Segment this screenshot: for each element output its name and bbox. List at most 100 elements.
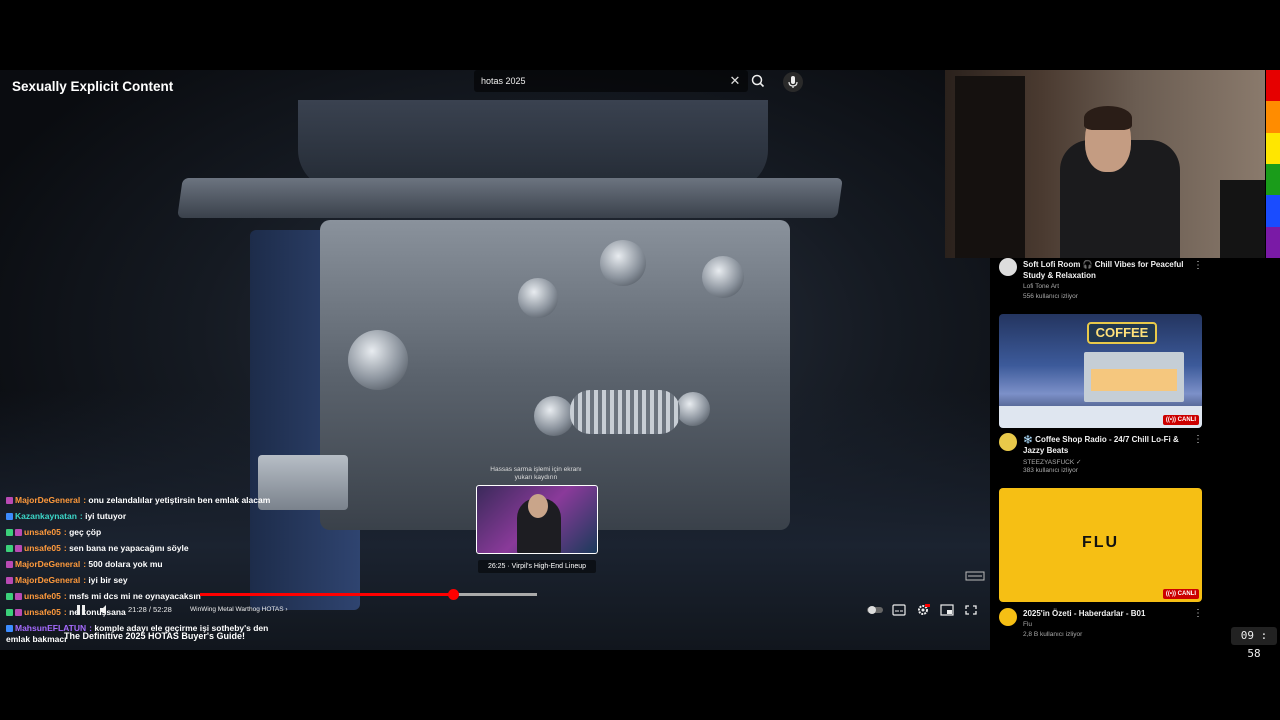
video-device-bolt [600,240,646,286]
video-device-spring [570,390,680,434]
progress-played [200,593,454,596]
color-bar-segment [1266,163,1280,196]
subtitles-button[interactable] [892,603,906,616]
autoplay-toggle-icon [867,606,883,614]
live-dot-icon: ((•)) [1165,591,1178,597]
live-badge: ((•)) CANLI [1162,589,1199,599]
miniplayer-button[interactable] [940,603,954,616]
chat-text: msfs mi dcs mi ne oynayacaksın [69,591,201,601]
chat-text: 500 dolara yok mu [88,559,163,569]
chat-text: sen bana ne yapacağını söyle [69,543,189,553]
chat-message: MajorDeGeneral: onu zelandalılar yetişti… [6,492,276,508]
video-device-bolt [348,330,408,390]
settings-icon [918,604,930,615]
clock: 09 : 58 [1231,627,1277,660]
channel-avatar[interactable] [999,433,1017,451]
chat-message: Kazankaynatan: iyi tutuyor [6,508,276,524]
chat-username[interactable]: unsafe05 [24,527,61,537]
chat-badge-icon [15,529,22,536]
more-options-icon[interactable]: ⋮ [1193,434,1203,446]
video-device-plate [177,178,843,218]
thumbnail-shop-window [1091,369,1177,391]
chat-text: iyi bir sey [88,575,128,585]
chat-text: geç çöp [69,527,102,537]
recommendation-title[interactable]: ❄️ Coffee Shop Radio - 24/7 Chill Lo-Fi … [1023,434,1188,456]
video-title: The Definitive 2025 HOTAS Buyer's Guide! [64,631,246,641]
quality-badge [965,569,985,581]
color-bar-segment [1266,132,1280,164]
seek-preview-label: 26:25 · Virpil's High-End Lineup [478,560,596,573]
chat-badge-icon [6,609,13,616]
recommendation-title[interactable]: Soft Lofi Room 🎧 Chill Vibes for Peacefu… [1023,259,1188,281]
chat-message: unsafe05: geç çöp [6,524,276,540]
color-bar-segment [1266,226,1280,258]
seek-hint: Hassas sarma işlemi için ekranı yukarı k… [490,466,582,481]
more-options-icon[interactable]: ⋮ [1193,260,1203,272]
channel-avatar[interactable] [999,258,1017,276]
volume-icon [100,605,106,615]
time-display: 21:28 / 52:28 [128,605,172,614]
settings-button[interactable] [916,603,930,615]
search-query[interactable]: hotas 2025 [481,76,526,86]
live-badge-label: CANLI [1177,417,1196,423]
chat-badge-icon [6,577,13,584]
recommendation-viewers: 383 kullanıcı izliyor [1023,467,1078,474]
pause-button[interactable] [74,603,88,615]
chat-username[interactable]: unsafe05 [24,591,61,601]
chat-badge-icon [15,545,22,552]
recommendation-channel[interactable]: Lofi Tone Art [1023,283,1059,290]
fullscreen-button[interactable] [964,603,978,615]
chapter-chevron-icon: › [285,606,288,613]
microphone-icon [788,76,798,88]
recommendation-thumbnail[interactable]: FLU ((•)) CANLI [999,488,1202,602]
screen: Sexually Explicit Content hotas 2025 ✕ M… [0,0,1280,720]
recommendation-thumbnail[interactable]: COFFEE ((•)) CANLI [999,314,1202,428]
search-icon [751,74,765,88]
webcam-overlay [945,70,1265,258]
hd-icon [965,571,985,581]
chat-badge-icon [15,609,22,616]
voice-search-button[interactable] [783,72,803,92]
webcam-doorway [955,76,1025,258]
recommendation-channel[interactable]: Flu [1023,621,1032,628]
preview-face [528,494,548,518]
chat-text: iyi tutuyor [85,511,127,521]
chat-badge-icon [6,561,13,568]
chat-message: MajorDeGeneral: iyi bir sey [6,572,276,588]
chat-username[interactable]: Kazankaynatan [15,511,77,521]
chat-username[interactable]: MajorDeGeneral [15,575,80,585]
chat-badge-icon [6,497,13,504]
recommendation-viewers: 2,8 B kullanıcı izliyor [1023,631,1083,638]
miniplayer-icon [940,604,954,616]
seek-preview-thumbnail [476,485,598,554]
chat-username[interactable]: unsafe05 [24,543,61,553]
recommendation-viewers: 556 kullanıcı izliyor [1023,293,1078,300]
progress-bar[interactable] [200,589,620,600]
recommendation-title[interactable]: 2025'in Özeti - Haberdarlar - B01 [1023,608,1188,619]
chat-username[interactable]: unsafe05 [24,607,61,617]
video-device-bolt [702,256,744,298]
channel-avatar[interactable] [999,608,1017,626]
webcam-shelf [1220,180,1265,258]
chat-username[interactable]: MajorDeGeneral [15,495,80,505]
live-badge: ((•)) CANLI [1162,415,1199,425]
chat-username[interactable]: MajorDeGeneral [15,559,80,569]
chat-message: unsafe05: sen bana ne yapacağını söyle [6,540,276,556]
chat-badge-icon [6,529,13,536]
volume-button[interactable] [98,603,112,615]
chat-message: unsafe05: msfs mi dcs mi ne oynayacaksın [6,588,276,604]
chapter-button[interactable]: WinWing Metal Warthog HOTAS › [185,603,293,616]
content-warning-title: Sexually Explicit Content [12,79,174,94]
chat-badge-icon [6,513,13,520]
search-clear-icon[interactable]: ✕ [728,72,742,90]
chat-badge-icon [6,545,13,552]
thumbnail-flu-logo: FLU [1081,534,1120,551]
search-button[interactable] [744,70,772,92]
video-device-bolt [534,396,574,436]
subtitles-icon [892,604,906,616]
recommendation-channel[interactable]: STEEZYASFUCK ✓ [1023,458,1081,466]
autoplay-toggle[interactable] [866,603,884,615]
pause-icon [77,605,85,615]
more-options-icon[interactable]: ⋮ [1193,608,1203,620]
live-dot-icon: ((•)) [1165,417,1178,423]
